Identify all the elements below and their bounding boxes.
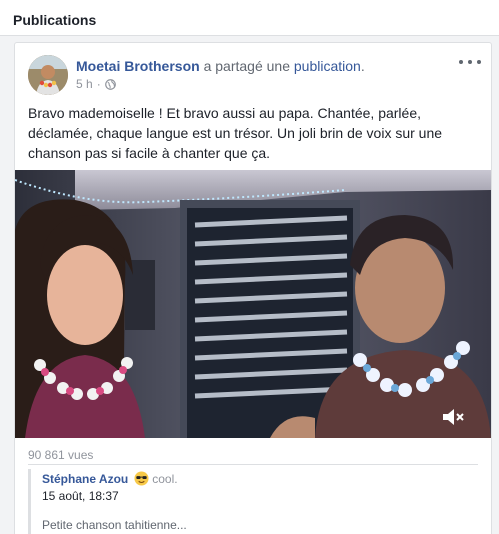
comment-emoji-text: cool. <box>152 471 178 486</box>
author-avatar[interactable] <box>28 55 68 95</box>
post-card: Moetai Brotherson a partagé une publicat… <box>14 42 492 534</box>
section-title: Publications <box>13 12 97 28</box>
comment-author-link[interactable]: Stéphane Azou <box>42 472 128 486</box>
post-timestamp[interactable]: 5 h <box>76 77 93 91</box>
publication-link[interactable]: publication <box>294 58 361 74</box>
shared-period: . <box>360 58 365 74</box>
divider <box>28 464 478 465</box>
post-meta: 5 h · <box>76 77 116 91</box>
author-name-link[interactable]: Moetai Brotherson <box>76 58 200 74</box>
video-player[interactable] <box>15 170 491 438</box>
author-line: Moetai Brotherson a partagé une publicat… <box>76 58 365 74</box>
shared-post-preview[interactable]: Stéphane Azou cool. 15 août, 18:37 Petit… <box>28 469 480 534</box>
comment-author-line: Stéphane Azou cool. <box>42 471 178 486</box>
sunglasses-emoji-icon <box>134 471 149 486</box>
more-horizontal-icon-dot <box>459 60 463 64</box>
video-frame <box>15 170 491 438</box>
more-options-button[interactable] <box>459 55 481 69</box>
globe-icon[interactable] <box>104 78 116 90</box>
meta-separator: · <box>96 77 101 91</box>
more-horizontal-icon-dot <box>468 60 472 64</box>
view-count: 90 861 vues <box>28 448 94 462</box>
post-text: Bravo mademoiselle ! Et bravo aussi au p… <box>28 105 443 161</box>
speaker-muted-icon[interactable] <box>441 406 467 428</box>
more-horizontal-icon-dot <box>477 60 481 64</box>
comment-date[interactable]: 15 août, 18:37 <box>42 489 119 503</box>
section-header: Publications <box>0 0 499 36</box>
comment-text: Petite chanson tahitienne... <box>42 518 187 532</box>
shared-verb: a partagé une <box>199 58 294 74</box>
